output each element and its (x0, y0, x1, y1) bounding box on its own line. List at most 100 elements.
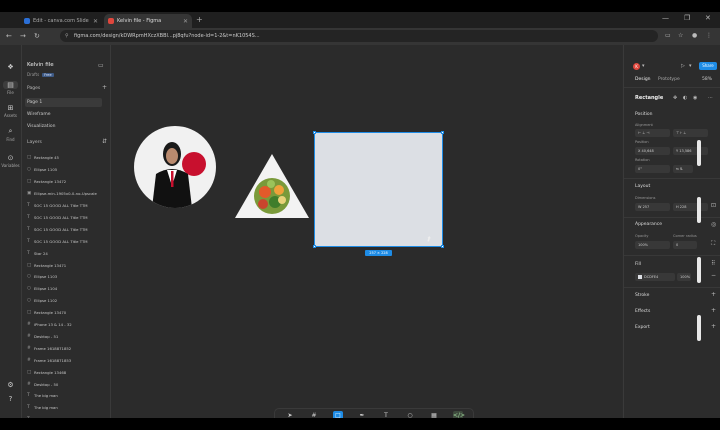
remove-fill-icon[interactable]: − (711, 272, 716, 279)
scrollbar-thumb[interactable] (697, 140, 701, 166)
opacity-input[interactable]: 100% (635, 241, 670, 249)
reload-icon[interactable]: ↻ (34, 32, 40, 40)
rotation-input[interactable]: 0° (635, 165, 670, 173)
move-tool-icon[interactable]: ➤ (285, 411, 295, 418)
rectangle-tool-icon[interactable]: □ (333, 411, 343, 418)
chevron-down-icon[interactable]: ▾ (689, 63, 692, 69)
y-input[interactable]: Y 13,586 (673, 147, 708, 155)
layer-row[interactable]: T SOC 15 GOOD ALL Title TTM (27, 235, 107, 247)
layer-row[interactable]: T Star 24 (27, 247, 107, 259)
scrollbar-thumb[interactable] (697, 257, 701, 283)
align-vertical-icons[interactable]: ⊤ ⊦ ⊥ (673, 129, 708, 137)
layer-row[interactable]: # Frame 1618871853 (27, 354, 107, 366)
layer-row[interactable]: □ Rectangle 13468 (27, 366, 107, 378)
close-icon[interactable]: ✕ (183, 18, 188, 25)
layer-row[interactable]: T SOC 15 GOOD ALL Title TTM (27, 223, 107, 235)
x-input[interactable]: X 40,648 (635, 147, 670, 155)
panel-toggle-icon[interactable]: ▭ (98, 62, 104, 69)
rail-file[interactable]: ▤ File (0, 81, 21, 95)
boolean-icon[interactable]: ◐ (683, 95, 687, 101)
browser-menu-icon[interactable]: ⋮ (706, 32, 712, 39)
rail-variables[interactable]: ⊙ Variables (0, 154, 21, 168)
avatar[interactable]: K (633, 63, 640, 70)
add-effect-icon[interactable]: + (711, 307, 716, 314)
zoom-level[interactable]: 58% (702, 77, 712, 82)
settings-icon[interactable]: ⚙ (0, 381, 21, 390)
fill-options-icon[interactable]: ⠿ (711, 260, 715, 267)
layer-row[interactable]: # iPhone 13 & 14 - 32 (27, 319, 107, 331)
add-stroke-icon[interactable]: + (711, 291, 716, 298)
project-name[interactable]: Kelvin file (27, 62, 54, 68)
forward-arrow-icon[interactable]: → (20, 32, 26, 40)
layer-row[interactable]: ○ Ellipse 1103 (27, 271, 107, 283)
layer-row[interactable]: ○ Ellipse 1104 (27, 283, 107, 295)
visibility-icon[interactable]: ◎ (711, 221, 716, 228)
resize-handle[interactable] (441, 245, 444, 248)
layer-row[interactable]: □ Rectangle 45 (27, 152, 107, 164)
more-icon[interactable]: ⋯ (708, 95, 713, 101)
window-close-button[interactable]: ✕ (705, 14, 711, 22)
rail-assets[interactable]: ⊞ Assets (0, 104, 21, 118)
browser-tab-canva[interactable]: Edit - canva.com Slide ✕ (20, 14, 102, 28)
scrollbar-thumb[interactable] (697, 315, 701, 341)
frame-tool-icon[interactable]: # (309, 411, 319, 418)
portrait-ellipse-image[interactable] (134, 126, 216, 208)
bookmark-star-icon[interactable]: ☆ (678, 32, 683, 39)
share-button[interactable]: Share (699, 62, 717, 70)
layer-row[interactable]: # Frame 1618871852 (27, 342, 107, 354)
site-info-icon[interactable]: ⚲ (65, 30, 69, 42)
selected-rectangle[interactable] (313, 131, 444, 248)
fill-swatch[interactable] (638, 275, 642, 279)
browser-tab-figma[interactable]: Kelvin file - Figma ✕ (104, 14, 192, 28)
food-triangle-image[interactable] (235, 154, 309, 218)
resize-handle[interactable] (313, 245, 316, 248)
design-canvas[interactable]: 257 × 228 ⬈ ➤ # □ ✒ T ○ ▦ </> (111, 45, 622, 418)
page-item[interactable]: Visualization (25, 122, 102, 131)
mask-icon[interactable]: ◉ (693, 95, 697, 101)
layer-row[interactable]: □ Rectangle 13470 (27, 307, 107, 319)
add-page-icon[interactable]: + (102, 84, 107, 91)
page-item[interactable]: Wireframe (25, 110, 102, 119)
chevron-down-icon[interactable]: ▾ (642, 63, 645, 69)
layer-row[interactable]: TThe big way (27, 414, 107, 418)
layer-row[interactable]: ○ Ellipse 1102 (27, 295, 107, 307)
height-input[interactable]: H 228 (673, 203, 708, 211)
layer-row[interactable]: T The big man (27, 402, 107, 414)
actions-icon[interactable]: ▦ (429, 411, 439, 418)
constrain-proportions-icon[interactable]: ⊡ (711, 202, 716, 209)
minimize-button[interactable]: — (662, 14, 669, 22)
layer-row[interactable]: □ Rectangle 13471 (27, 259, 107, 271)
tab-prototype[interactable]: Prototype (658, 77, 680, 82)
page-item[interactable]: Page 1 (25, 98, 102, 107)
text-tool-icon[interactable]: T (381, 411, 391, 418)
layer-row[interactable]: T SOC 15 GOOD ALL Title TTM (27, 212, 107, 224)
layer-row[interactable]: ○ Ellipse 1105 (27, 164, 107, 176)
tab-design[interactable]: Design (635, 77, 651, 82)
width-input[interactable]: W 257 (635, 203, 670, 211)
help-icon[interactable]: ? (0, 395, 21, 404)
profile-icon[interactable]: ● (692, 32, 697, 39)
layer-row[interactable]: □ Rectangle 13472 (27, 176, 107, 188)
layer-row[interactable]: T SOC 15 GOOD ALL Title TTM (27, 200, 107, 212)
dev-mode-toggle-icon[interactable]: </> (453, 411, 465, 418)
scrollbar-thumb[interactable] (697, 197, 701, 223)
pen-tool-icon[interactable]: ✒ (357, 411, 367, 418)
present-play-icon[interactable]: ▷ (681, 63, 685, 69)
maximize-button[interactable]: ❐ (684, 14, 690, 22)
cast-icon[interactable]: ▭ (665, 32, 671, 39)
resize-handle[interactable] (313, 131, 316, 134)
align-horizontal-icons[interactable]: ⊢ ⊥ ⊣ (635, 129, 670, 137)
new-tab-button[interactable]: + (196, 15, 203, 24)
layer-row[interactable]: T The big man (27, 390, 107, 402)
fill-color-input[interactable]: DCDFE4 (635, 273, 675, 281)
project-location-label[interactable]: Drafts (27, 72, 39, 77)
comment-tool-icon[interactable]: ○ (405, 411, 415, 418)
resize-handle[interactable] (441, 131, 444, 134)
rail-find[interactable]: ⌕ Find (0, 127, 21, 142)
independent-corners-icon[interactable]: ⛶ (711, 240, 715, 248)
fill-opacity-input[interactable]: 100% (677, 273, 691, 281)
figma-logo-icon[interactable]: ❖ (0, 63, 21, 72)
flip-icons[interactable]: ⇋ ⇅ (673, 165, 693, 173)
add-export-icon[interactable]: + (711, 323, 716, 330)
layers-menu-icon[interactable]: ⇵ (102, 138, 107, 145)
